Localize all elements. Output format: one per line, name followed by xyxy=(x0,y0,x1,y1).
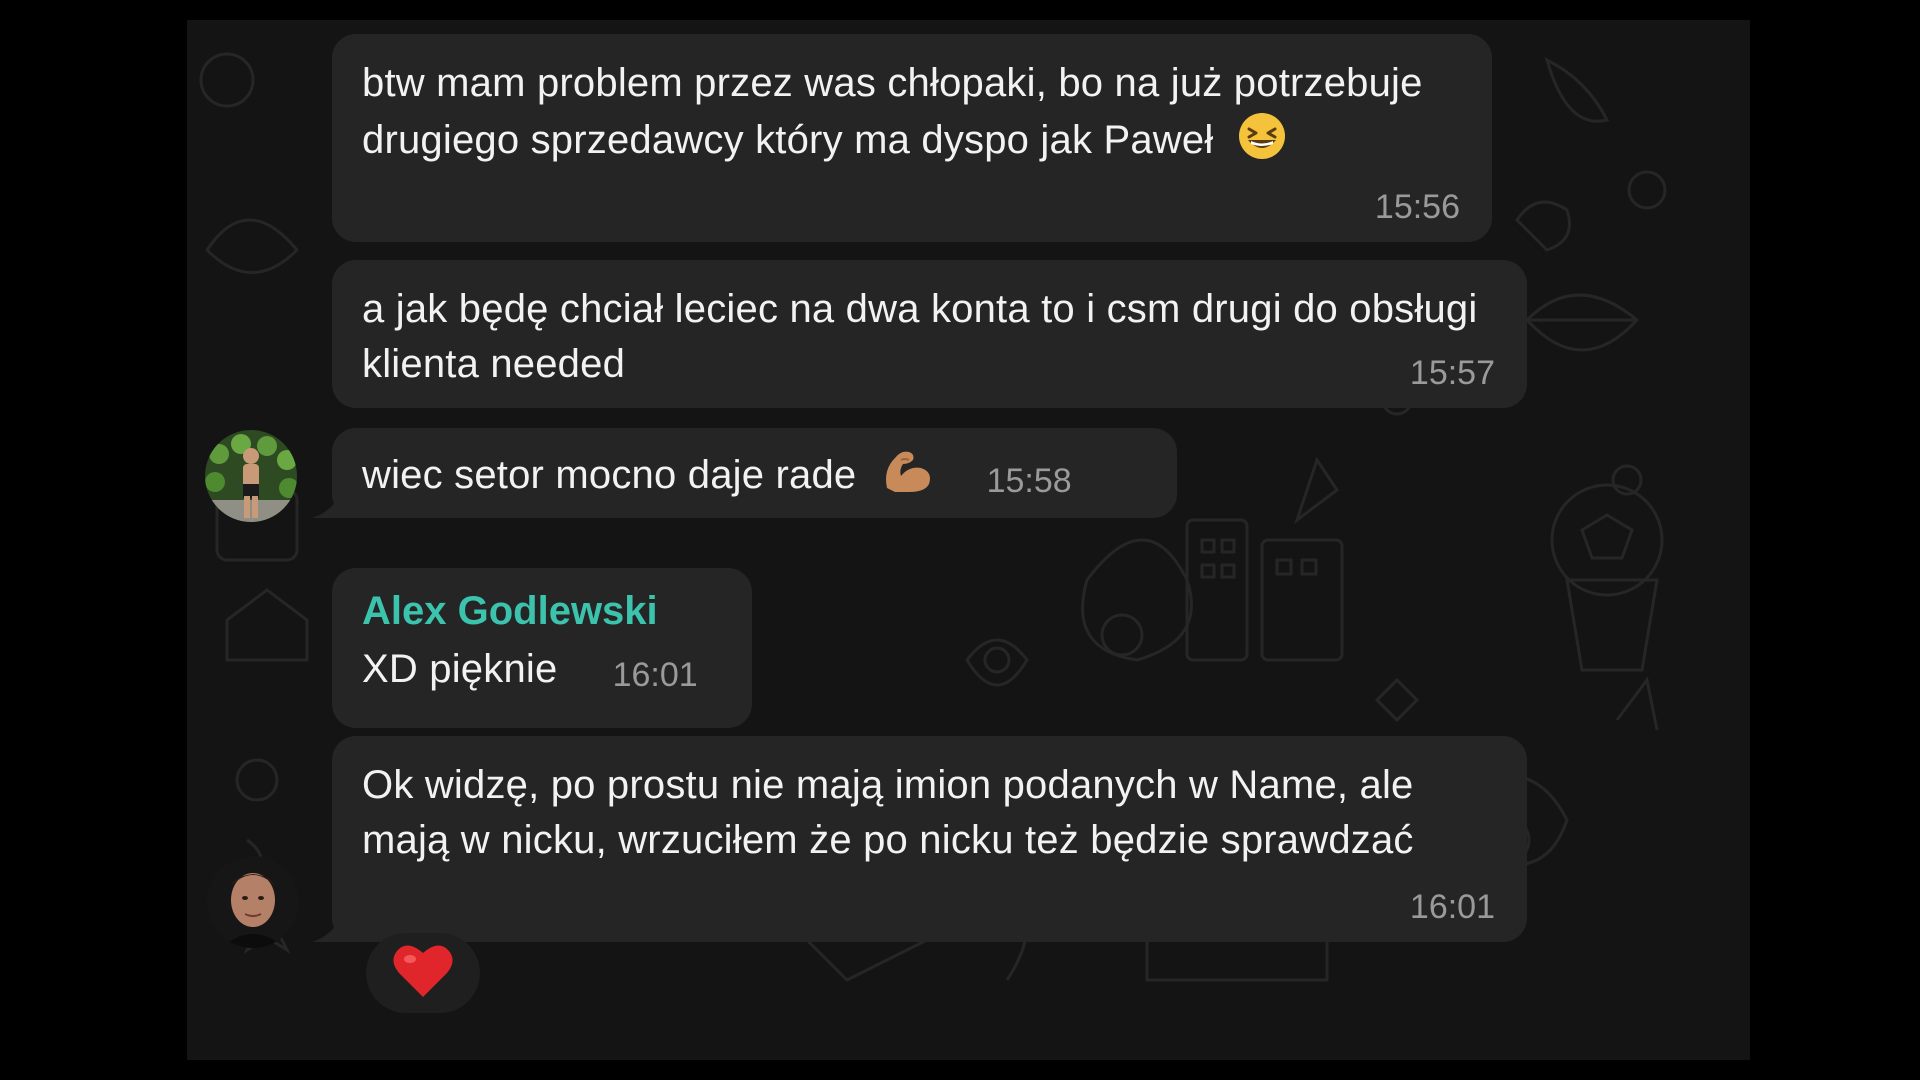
message-bubble[interactable]: Alex Godlewski XD pięknie 16:01 xyxy=(332,568,752,728)
sender-name[interactable]: Alex Godlewski xyxy=(362,586,722,636)
message-text: XD pięknie xyxy=(362,647,558,691)
avatar[interactable] xyxy=(205,430,297,522)
message-bubble[interactable]: Ok widzę, po prostu nie mają imion podan… xyxy=(332,736,1527,942)
message-time: 16:01 xyxy=(612,656,698,694)
message-time: 15:56 xyxy=(1374,188,1460,226)
bubble-tail xyxy=(312,912,352,942)
reaction-badge[interactable] xyxy=(366,933,480,1013)
message-time: 16:01 xyxy=(1409,888,1495,926)
message-text: wiec setor mocno daje rade xyxy=(362,453,857,497)
message-bubble[interactable]: btw mam problem przez was chłopaki, bo n… xyxy=(332,34,1492,242)
screen: btw mam problem przez was chłopaki, bo n… xyxy=(0,0,1920,1080)
message-text: a jak będę chciał leciec na dwa konta to… xyxy=(362,287,1478,386)
message-time: 15:57 xyxy=(1409,354,1495,392)
message-time: 15:58 xyxy=(986,462,1072,500)
bubble-tail xyxy=(312,488,352,518)
chat-area[interactable]: btw mam problem przez was chłopaki, bo n… xyxy=(187,20,1750,1060)
message-bubble[interactable]: wiec setor mocno daje rade 15:58 xyxy=(332,428,1177,518)
avatar[interactable] xyxy=(207,856,299,948)
flexed-biceps-emoji xyxy=(879,444,931,511)
red-heart-icon xyxy=(392,943,454,1004)
grinning-squinting-face-emoji xyxy=(1237,111,1287,176)
message-bubble[interactable]: a jak będę chciał leciec na dwa konta to… xyxy=(332,260,1527,408)
message-text: Ok widzę, po prostu nie mają imion podan… xyxy=(362,763,1414,862)
